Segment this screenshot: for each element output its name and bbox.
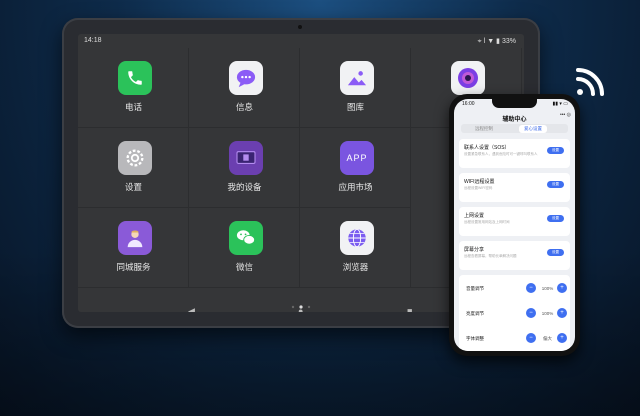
tab-care-settings[interactable]: 爱心设置 — [519, 125, 547, 133]
app-label: 同城服务 — [116, 262, 151, 272]
back-icon[interactable]: ◀ — [188, 306, 195, 312]
app-label: 设置 — [124, 182, 142, 192]
wifi-status-icon: ▼ — [487, 38, 495, 45]
signal-waves-icon — [576, 68, 604, 96]
app-label: 信息 — [235, 102, 253, 112]
internet-set-button[interactable]: 设置 — [547, 215, 564, 222]
font-size-row: 字体调整 − 偏大 + — [459, 330, 570, 350]
phone-screen: 16:00 ▮▮ ▾ ▭ 辅助中心 ••• ◎ 远程控制 爱心设置 联系人设置（… — [454, 99, 575, 351]
battery-level: 33% — [501, 38, 516, 45]
tablet-camera — [298, 25, 302, 29]
message-icon — [229, 61, 263, 95]
app-settings[interactable]: 设置 — [78, 128, 189, 208]
adjust-label: 字体调整 — [466, 336, 484, 341]
volume-decrease-button[interactable]: − — [526, 283, 536, 293]
screen-share-set-button[interactable]: 设置 — [547, 249, 564, 256]
app-phone[interactable]: 电话 — [78, 48, 189, 128]
page-title: 辅助中心 — [502, 117, 527, 123]
app-wechat[interactable]: 微信 — [189, 208, 300, 288]
app-browser[interactable]: 浏览器 — [300, 208, 411, 288]
app-label: 微信 — [235, 262, 253, 272]
card-internet: 上网设置 远程设置常用网站及上网时间 设置 — [459, 207, 570, 236]
phone-device: 16:00 ▮▮ ▾ ▭ 辅助中心 ••• ◎ 远程控制 爱心设置 联系人设置（… — [449, 94, 580, 356]
device-icon — [229, 141, 263, 175]
app-label: 应用市场 — [338, 182, 373, 192]
phone-status-icons: ▮▮ ▾ ▭ — [552, 101, 568, 107]
volume-value: 100% — [541, 286, 554, 291]
phone-icon — [118, 61, 152, 95]
sos-set-button[interactable]: 设置 — [547, 147, 564, 154]
brightness-row: 亮度调节 − 100% + — [459, 305, 570, 325]
app-local-service[interactable]: 同城服务 — [78, 208, 189, 288]
location-icon: ⌖ — [477, 38, 482, 45]
app-market[interactable]: APP 应用市场 — [300, 128, 411, 208]
font-decrease-button[interactable]: − — [526, 333, 536, 343]
card-sos: 联系人设置（SOS） 设置紧急联系人，遇到危险时可一键呼叫联系人 设置 — [459, 139, 570, 168]
home-icon[interactable]: ● — [298, 306, 303, 312]
app-my-device[interactable]: 我的设备 — [189, 128, 300, 208]
app-market-text: APP — [346, 153, 368, 163]
brightness-increase-button[interactable]: + — [557, 308, 567, 318]
wechat-icon — [229, 221, 263, 255]
brightness-decrease-button[interactable]: − — [526, 308, 536, 318]
more-icon[interactable]: ••• — [560, 112, 565, 118]
battery-icon: ▮ — [496, 38, 501, 45]
tablet-status-bar: 14:18 ⌖ ǀ ▼ ▮ 33% — [78, 34, 524, 48]
card-title: WIFI远程设置 — [464, 179, 495, 185]
font-increase-button[interactable]: + — [557, 333, 567, 343]
app-label: 图库 — [346, 102, 364, 112]
phone-status-time: 16:00 — [462, 101, 475, 107]
card-title: 屏幕分享 — [464, 247, 485, 253]
app-messages[interactable]: 信息 — [189, 48, 300, 128]
card-title: 联系人设置（SOS） — [464, 145, 510, 151]
camera-app-icon — [451, 61, 485, 95]
signal-icon: ǀ — [483, 38, 486, 45]
adjust-label: 亮度调节 — [466, 311, 484, 316]
phone-notch — [492, 99, 537, 108]
mini-program-menu[interactable]: ••• ◎ — [560, 112, 571, 118]
app-label: 电话 — [124, 102, 142, 112]
status-time: 14:18 — [84, 37, 102, 44]
browser-icon — [340, 221, 374, 255]
adjust-panel: 音量调节 − 100% + 亮度调节 − 100% + 字体调整 − 偏大 + — [459, 275, 570, 351]
card-desc: 远程设置WIFI密码 — [464, 186, 493, 190]
volume-increase-button[interactable]: + — [557, 283, 567, 293]
app-label: 浏览器 — [342, 262, 369, 272]
app-market-icon: APP — [340, 141, 374, 175]
gallery-icon — [340, 61, 374, 95]
recents-icon[interactable]: ■ — [407, 306, 412, 312]
card-desc: 设置紧急联系人，遇到危险时可一键呼叫联系人 — [464, 152, 538, 156]
tab-bar: 远程控制 爱心设置 — [461, 124, 568, 133]
service-icon — [118, 221, 152, 255]
brightness-value: 100% — [541, 311, 554, 316]
tab-remote-control[interactable]: 远程控制 — [475, 126, 493, 132]
card-wifi: WIFI远程设置 远程设置WIFI密码 设置 — [459, 173, 570, 202]
card-screen-share: 屏幕分享 远程查看屏幕，帮助长辈解决问题 设置 — [459, 241, 570, 270]
font-size-value: 偏大 — [543, 336, 552, 341]
card-desc: 远程查看屏幕，帮助长辈解决问题 — [464, 254, 517, 258]
app-gallery[interactable]: 图库 — [300, 48, 411, 128]
app-label: 我的设备 — [227, 182, 262, 192]
volume-row: 音量调节 − 100% + — [459, 280, 570, 300]
close-target-icon[interactable]: ◎ — [567, 112, 571, 118]
wifi-set-button[interactable]: 设置 — [547, 181, 564, 188]
adjust-label: 音量调节 — [466, 286, 484, 291]
card-desc: 远程设置常用网站及上网时间 — [464, 220, 510, 224]
card-title: 上网设置 — [464, 213, 485, 219]
settings-icon — [118, 141, 152, 175]
